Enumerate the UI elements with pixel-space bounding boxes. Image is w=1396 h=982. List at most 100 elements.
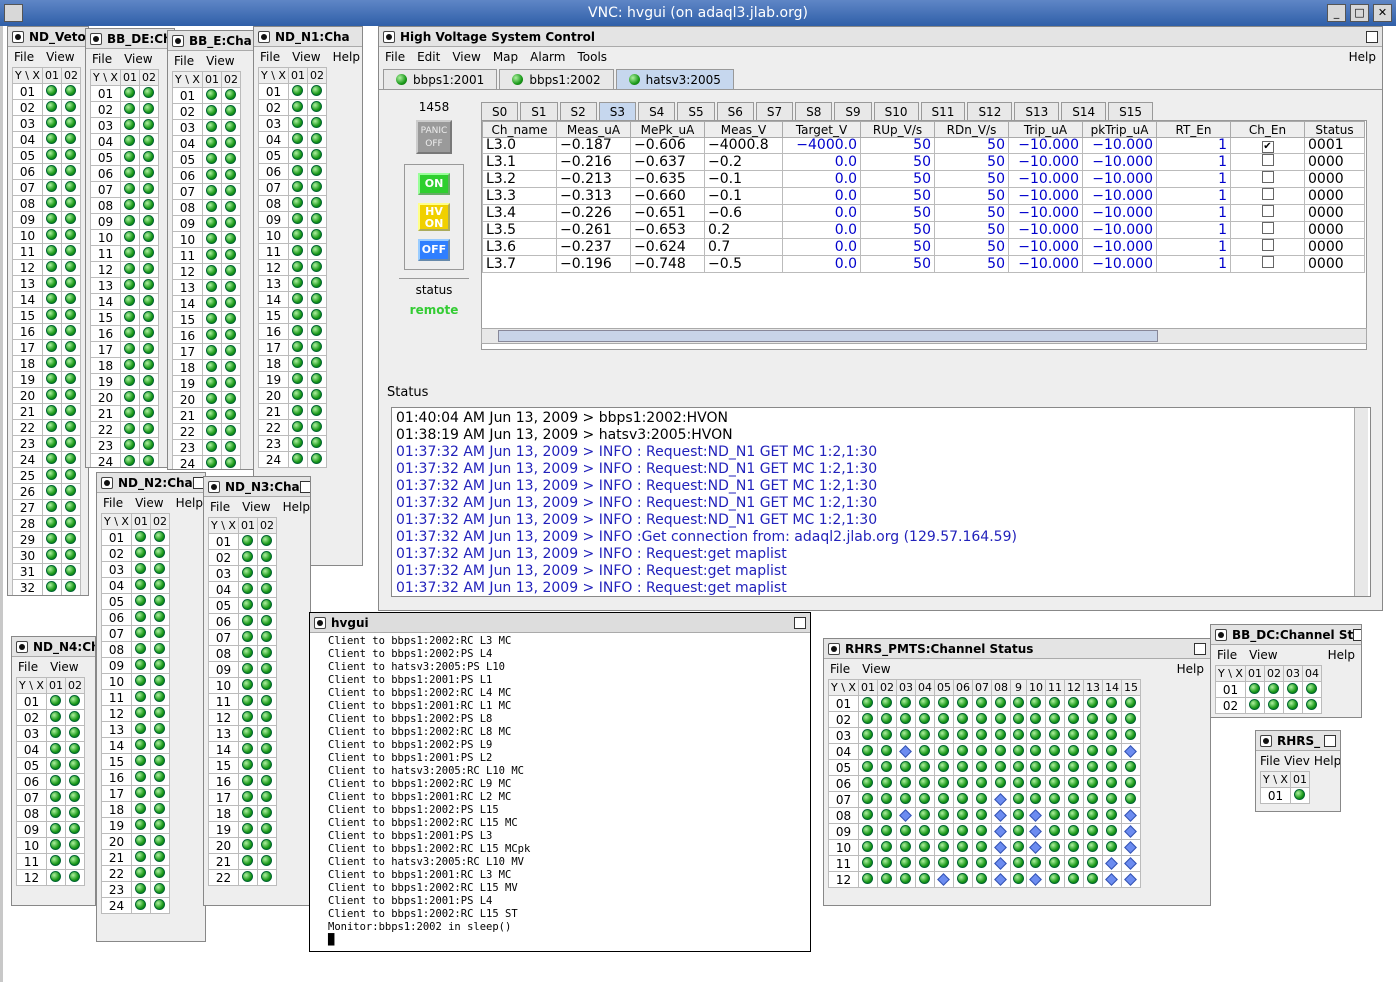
channel-cell[interactable]	[971, 695, 992, 712]
view-menu[interactable]: View	[292, 50, 320, 64]
table-cell[interactable]: L3.6	[482, 238, 557, 256]
channel-cell[interactable]	[201, 103, 222, 120]
channel-cell[interactable]	[45, 757, 66, 774]
channel-cell[interactable]	[41, 99, 62, 116]
window-icon[interactable]	[101, 476, 113, 489]
channel-cell[interactable]	[149, 865, 170, 882]
channel-cell[interactable]	[857, 823, 878, 840]
channel-cell[interactable]	[256, 709, 277, 726]
window-icon[interactable]	[828, 642, 840, 655]
table-cell[interactable]: 0.0	[782, 204, 861, 222]
channel-cell[interactable]	[138, 325, 159, 342]
channel-cell[interactable]	[1120, 775, 1141, 792]
channel-cell[interactable]	[41, 147, 62, 164]
channel-cell[interactable]	[857, 727, 878, 744]
channel-cell[interactable]	[914, 711, 935, 728]
channel-cell[interactable]	[952, 871, 973, 888]
column-header[interactable]: RUp_V/s	[860, 121, 935, 138]
channel-cell[interactable]	[1120, 759, 1141, 776]
view-menu[interactable]: View	[242, 500, 270, 514]
channel-cell[interactable]	[1282, 681, 1303, 698]
table-cell[interactable]: 1	[1156, 255, 1231, 273]
file-menu[interactable]: File	[174, 54, 194, 68]
channel-enable-checkbox[interactable]	[1261, 205, 1274, 217]
slot-tab-s15[interactable]: S15	[1108, 102, 1153, 120]
channel-cell[interactable]	[306, 131, 327, 148]
channel-cell[interactable]	[220, 359, 241, 376]
channel-cell[interactable]	[287, 99, 308, 116]
channel-cell[interactable]	[41, 531, 62, 548]
channel-cell[interactable]	[1044, 871, 1065, 888]
channel-cell[interactable]	[138, 453, 159, 467]
channel-cell[interactable]	[306, 307, 327, 324]
channel-cell[interactable]	[149, 657, 170, 674]
channel-cell[interactable]	[1244, 697, 1265, 714]
channel-cell[interactable]	[220, 167, 241, 184]
channel-cell[interactable]	[1063, 775, 1084, 792]
channel-cell[interactable]	[971, 727, 992, 744]
channel-cell[interactable]	[41, 371, 62, 388]
file-menu[interactable]: File	[14, 50, 34, 64]
channel-cell[interactable]	[1044, 855, 1065, 872]
channel-cell[interactable]	[138, 309, 159, 326]
table-cell[interactable]: −10.000	[1082, 170, 1157, 188]
channel-cell[interactable]	[306, 339, 327, 356]
channel-cell[interactable]	[952, 807, 973, 824]
slot-tab-s5[interactable]: S5	[677, 102, 715, 120]
file-menu[interactable]: File	[18, 660, 38, 674]
channel-cell[interactable]	[220, 231, 241, 248]
table-cell[interactable]: −0.635	[630, 170, 705, 188]
channel-row[interactable]: L3.0 −0.187 −0.606 −4000.8 −4000.0 50 50 −10.00…	[482, 137, 1365, 154]
table-cell[interactable]: −10.000	[1082, 238, 1157, 256]
window-icon[interactable]	[90, 32, 102, 45]
view-menu[interactable]: View	[206, 54, 234, 68]
channel-cell[interactable]	[990, 855, 1011, 872]
channel-cell[interactable]	[1063, 823, 1084, 840]
channel-cell[interactable]	[1025, 839, 1046, 856]
channel-cell[interactable]	[306, 451, 327, 468]
channel-cell[interactable]	[45, 725, 66, 742]
slot-tab-s7[interactable]: S7	[755, 102, 794, 120]
channel-cell[interactable]	[237, 837, 258, 854]
channel-cell[interactable]	[220, 247, 241, 264]
channel-cell[interactable]	[1044, 759, 1065, 776]
channel-enable-checkbox[interactable]	[1261, 188, 1274, 200]
channel-cell[interactable]	[60, 291, 81, 308]
channel-cell[interactable]	[60, 99, 81, 116]
table-cell[interactable]: −10.000	[1008, 137, 1083, 154]
channel-cell[interactable]	[149, 529, 170, 546]
maximize-icon[interactable]	[1353, 628, 1361, 641]
channel-cell[interactable]	[914, 855, 935, 872]
channel-cell[interactable]	[306, 355, 327, 372]
table-cell[interactable]: 0000	[1304, 153, 1365, 171]
channel-cell[interactable]	[287, 323, 308, 340]
channel-cell[interactable]	[1044, 711, 1065, 728]
channel-cell[interactable]	[971, 759, 992, 776]
channel-cell[interactable]	[41, 515, 62, 532]
channel-cell[interactable]	[119, 453, 140, 467]
table-cell[interactable]: 0000	[1304, 221, 1365, 239]
channel-cell[interactable]	[41, 403, 62, 420]
channel-cell[interactable]	[895, 775, 916, 792]
table-cell[interactable]: L3.2	[482, 170, 557, 188]
channel-cell[interactable]	[45, 869, 66, 886]
channel-cell[interactable]	[201, 359, 222, 376]
channel-cell[interactable]	[130, 673, 151, 690]
channel-cell[interactable]	[237, 549, 258, 566]
channel-cell[interactable]	[220, 375, 241, 392]
channel-cell[interactable]	[237, 821, 258, 838]
channel-enable-checkbox[interactable]	[1261, 239, 1274, 251]
channel-cell[interactable]	[256, 853, 277, 870]
channel-cell[interactable]	[119, 293, 140, 310]
channel-cell[interactable]	[201, 167, 222, 184]
channel-cell[interactable]	[220, 295, 241, 312]
channel-cell[interactable]	[119, 405, 140, 422]
channel-cell[interactable]	[237, 677, 258, 694]
channel-cell[interactable]	[914, 775, 935, 792]
channel-cell[interactable]	[1244, 681, 1265, 698]
table-cell[interactable]: 50	[860, 170, 935, 188]
channel-cell[interactable]	[149, 833, 170, 850]
channel-cell[interactable]	[256, 677, 277, 694]
channel-cell[interactable]	[138, 261, 159, 278]
channel-cell[interactable]	[876, 823, 897, 840]
